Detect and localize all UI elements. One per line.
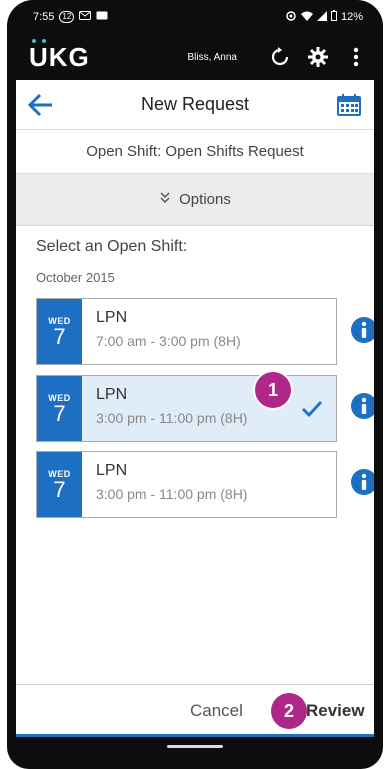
checkmark-icon [300,396,324,420]
select-shift-title: Select an Open Shift: [36,238,188,255]
shift-day-number: 7 [53,476,66,502]
logo-text: U KG [29,38,90,73]
device-frame: 7:55 12 12% U KG Bliss, Anna New Request… [7,0,383,769]
status-time: 7:55 [33,11,55,23]
shift-day-number: 7 [53,323,66,349]
double-chevron-down-icon [159,192,171,207]
status-bar: 7:55 12 12% [7,0,383,34]
message-icon [96,11,108,24]
shift-date-block: WED 7 [37,376,82,441]
footer-bar: Cancel 2 Review [16,684,374,737]
review-button[interactable]: Review [306,701,365,721]
shift-info: LPN 7:00 am - 3:00 pm (8H) [82,299,241,364]
app-screen: New Request Open Shift: Open Shifts Requ… [16,80,374,737]
calendar-icon[interactable] [336,92,362,118]
notification-count-badge: 12 [59,11,75,23]
shift-info-icon[interactable] [350,392,374,420]
page-title: New Request [140,94,250,114]
shift-date-block: WED 7 [37,452,82,517]
step-callout-2: 2 [271,693,307,729]
shift-card[interactable]: WED 7 LPN 3:00 pm - 11:00 pm (8H) [36,451,337,518]
logo-dots [32,38,46,43]
shift-card[interactable]: WED 7 LPN 7:00 am - 3:00 pm (8H) [36,298,337,365]
shift-info: LPN 3:00 pm - 11:00 pm (8H) [82,452,247,517]
battery-level: 12% [340,11,363,23]
shift-card-selected[interactable]: WED 7 LPN 3:00 pm - 11:00 pm (8H) [36,375,337,442]
shift-day-number: 7 [53,400,66,426]
more-vertical-icon[interactable] [345,46,367,68]
shift-time: 3:00 pm - 11:00 pm (8H) [96,486,248,502]
footer-accent-bar [16,734,374,737]
request-type-header: Open Shift: Open Shifts Request [16,130,374,174]
ukg-logo: U KG [29,38,90,73]
wifi-icon [300,11,313,24]
shift-info-icon[interactable] [350,316,374,344]
shift-role: LPN [96,462,128,479]
gear-icon[interactable] [307,46,329,68]
options-toggle[interactable]: Options [16,174,374,226]
cast-icon [285,10,297,24]
shift-role: LPN [96,309,128,326]
shift-role: LPN [96,386,128,403]
refresh-icon[interactable] [269,46,291,68]
user-name: Bliss, Anna [187,51,237,63]
back-arrow-icon[interactable] [26,92,54,118]
shift-info: LPN 3:00 pm - 11:00 pm (8H) [82,376,247,441]
month-label: October 2015 [36,270,115,285]
nav-header: New Request [16,80,374,130]
home-indicator[interactable] [167,745,223,748]
app-bar: U KG Bliss, Anna [7,34,383,80]
signal-icon [316,10,327,24]
shift-time: 7:00 am - 3:00 pm (8H) [96,333,241,349]
cancel-button[interactable]: Cancel [190,701,243,721]
battery-icon [330,10,337,24]
step-callout-1: 1 [255,372,291,408]
shift-date-block: WED 7 [37,299,82,364]
sms-icon [79,10,92,24]
shift-info-icon[interactable] [350,468,374,496]
options-label: Options [179,191,231,208]
shift-time: 3:00 pm - 11:00 pm (8H) [96,410,248,426]
